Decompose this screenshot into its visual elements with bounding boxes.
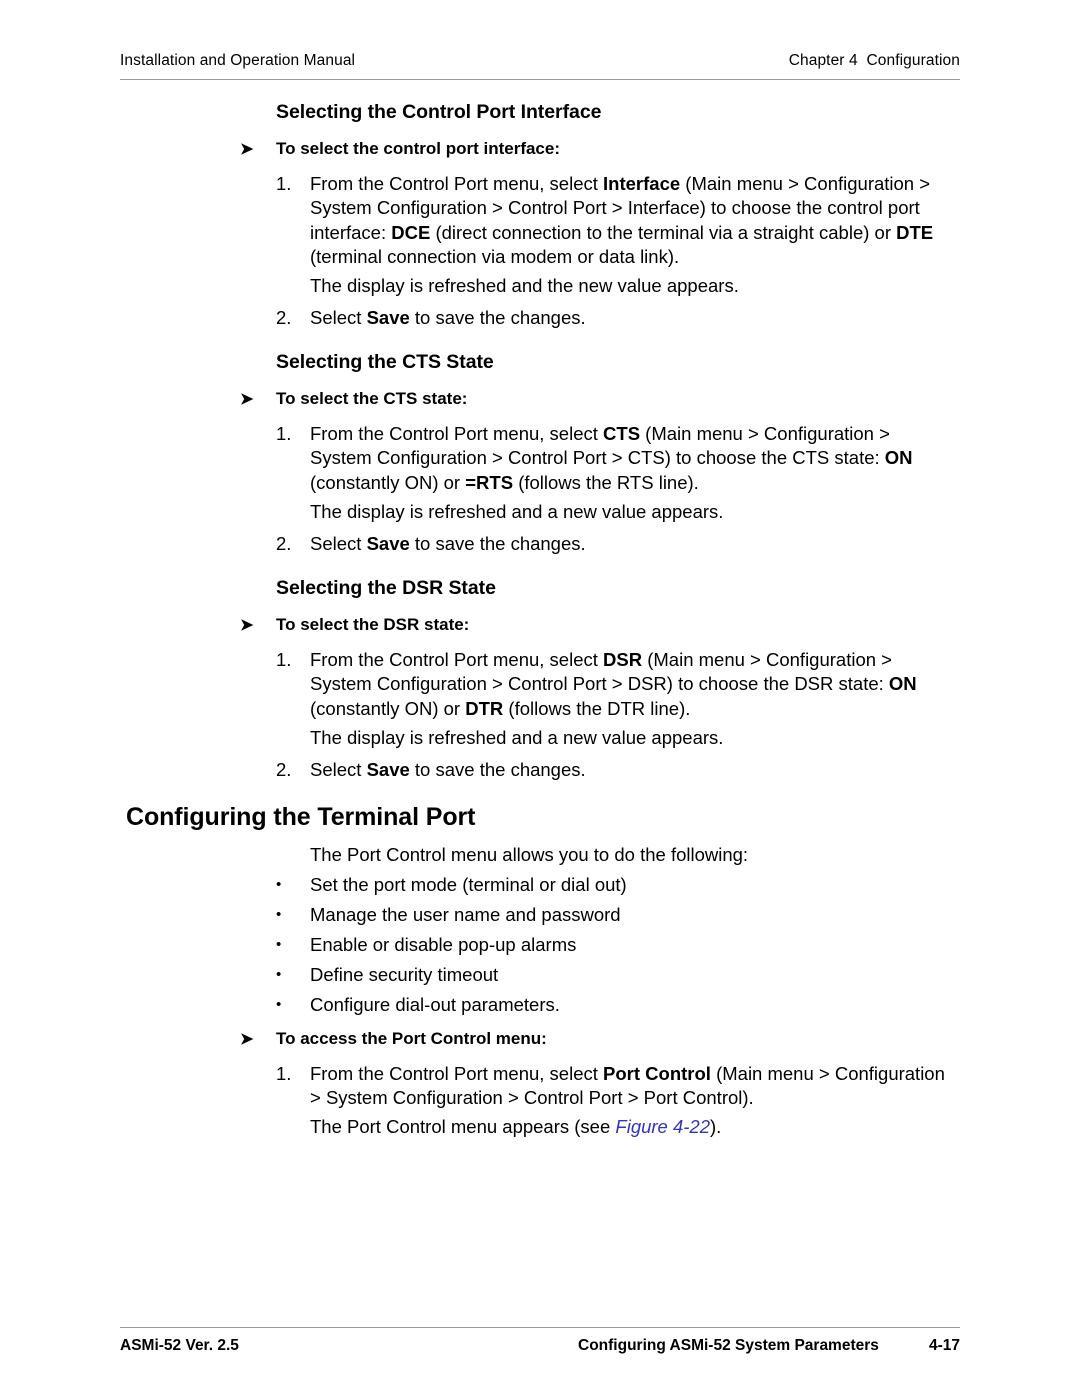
step-text: Select Save to save the changes. — [310, 532, 952, 556]
step-text-emphasis: DSR — [603, 649, 643, 670]
step-text: Select Save to save the changes. — [310, 306, 952, 330]
step-item: 2. Select Save to save the changes. — [276, 758, 952, 782]
step-item: 2. Select Save to save the changes. — [276, 532, 952, 556]
step-text-emphasis: DTE — [896, 221, 934, 243]
step-item: 1. From the Control Port menu, select Po… — [276, 1062, 952, 1111]
step-text-emphasis: Save — [366, 759, 410, 780]
step-text-emphasis: ON — [888, 673, 917, 695]
step-text-emphasis: Save — [366, 307, 410, 328]
step-text-part: From the Control Port menu, select — [310, 423, 604, 444]
step-text-part: From the Control Port menu, select — [310, 1063, 604, 1084]
step-text-part: (follows the RTS line). — [513, 471, 699, 493]
step-text: From the Control Port menu, select Port … — [310, 1062, 952, 1111]
arrow-bullet-icon: ➤ — [240, 391, 254, 408]
step-text-part: to save the changes. — [409, 759, 586, 780]
step-result-text: The display is refreshed and a new value… — [310, 501, 724, 522]
step-number: 2. — [276, 533, 292, 554]
round-bullet-icon: • — [276, 966, 282, 983]
heading-selecting-the-cts-state: Selecting the CTS State — [276, 351, 494, 373]
figure-cross-reference-link[interactable]: Figure 4-22 — [615, 1116, 710, 1137]
step-item: 1. From the Control Port menu, select DS… — [276, 648, 952, 721]
document-page: Installation and Operation Manual Chapte… — [0, 0, 1080, 1397]
running-header: Installation and Operation Manual Chapte… — [120, 52, 960, 70]
step-number: 1. — [276, 649, 292, 670]
round-bullet-icon: • — [276, 996, 282, 1013]
step-text-part: From the Control Port menu, select — [310, 649, 604, 670]
step-number: 2. — [276, 759, 292, 780]
round-bullet-icon: • — [276, 876, 282, 893]
list-item-label: Enable or disable pop-up alarms — [310, 934, 577, 955]
result-text-part: The Port Control menu appears (see — [310, 1116, 616, 1137]
step-number: 2. — [276, 307, 292, 328]
step-text-emphasis: DCE — [391, 221, 431, 243]
list-item: • Enable or disable pop-up alarms — [276, 933, 952, 957]
step-text: Select Save to save the changes. — [310, 758, 952, 782]
arrow-bullet-icon: ➤ — [240, 141, 254, 158]
list-item: • Manage the user name and password — [276, 903, 952, 927]
step-text-emphasis: Save — [366, 533, 410, 554]
procedure-title-control-port-interface: ➤ To select the control port interface: — [240, 139, 560, 159]
step-text-emphasis: DTR — [465, 697, 504, 719]
list-item: • Set the port mode (terminal or dial ou… — [276, 873, 952, 897]
step-text: From the Control Port menu, select DSR (… — [310, 648, 952, 721]
step-item: 1. From the Control Port menu, select In… — [276, 172, 952, 270]
step-text-part: (direct connection to the terminal via a… — [430, 221, 897, 243]
footer-product-version: ASMi-52 Ver. 2.5 — [120, 1337, 239, 1354]
step-text-part: (constantly ON) or — [310, 697, 466, 719]
procedure-title-dsr-state: ➤ To select the DSR state: — [240, 615, 469, 635]
header-chapter-title: Chapter 4 Configuration — [788, 52, 960, 69]
list-item-label: Configure dial-out parameters. — [310, 994, 560, 1015]
step-text-emphasis: =RTS — [465, 471, 514, 493]
step-text-emphasis: CTS — [603, 423, 641, 444]
step-item: 1. From the Control Port menu, select CT… — [276, 422, 952, 495]
heading-selecting-the-control-port-interface: Selecting the Control Port Interface — [276, 101, 602, 123]
step-result-text: The display is refreshed and a new value… — [310, 727, 724, 748]
step-text-part: (terminal connection via modem or data l… — [310, 246, 680, 268]
step-result-text: The display is refreshed and the new val… — [310, 275, 739, 296]
procedure-title-label: To select the control port interface: — [276, 139, 561, 158]
step-result-text: The Port Control menu appears (see Figur… — [310, 1115, 952, 1139]
header-divider-rule — [120, 79, 960, 80]
step-text-emphasis: Port Control — [603, 1063, 711, 1084]
step-text-emphasis: ON — [884, 447, 913, 469]
list-item: • Define security timeout — [276, 963, 952, 987]
step-text-part: Select — [310, 759, 367, 780]
procedure-title-cts-state: ➤ To select the CTS state: — [240, 389, 467, 409]
list-item: • Configure dial-out parameters. — [276, 993, 952, 1017]
step-text-part: to save the changes. — [409, 533, 586, 554]
procedure-title-label: To select the DSR state: — [276, 615, 470, 634]
footer-divider-rule — [120, 1327, 960, 1328]
round-bullet-icon: • — [276, 906, 282, 923]
step-number: 1. — [276, 423, 292, 444]
step-text-part: Select — [310, 307, 367, 328]
arrow-bullet-icon: ➤ — [240, 617, 254, 634]
result-text-part: ). — [710, 1116, 722, 1137]
heading-selecting-the-dsr-state: Selecting the DSR State — [276, 577, 496, 599]
step-text-part: (constantly ON) or — [310, 471, 466, 493]
list-item-label: Define security timeout — [310, 964, 499, 985]
step-item: 2. Select Save to save the changes. — [276, 306, 952, 330]
step-text-emphasis: Interface — [603, 173, 681, 194]
step-text-part: to save the changes. — [409, 307, 586, 328]
procedure-title-port-control-menu: ➤ To access the Port Control menu: — [240, 1029, 547, 1049]
arrow-bullet-icon: ➤ — [240, 1031, 254, 1048]
footer-page-number: 4-17 — [928, 1337, 960, 1354]
procedure-title-label: To access the Port Control menu: — [276, 1029, 547, 1048]
round-bullet-icon: • — [276, 936, 282, 953]
heading-configuring-the-terminal-port: Configuring the Terminal Port — [126, 803, 476, 831]
step-text-part: Select — [310, 533, 367, 554]
step-text-part: From the Control Port menu, select — [310, 173, 604, 194]
step-text: From the Control Port menu, select CTS (… — [310, 422, 952, 495]
header-manual-title: Installation and Operation Manual — [120, 52, 356, 69]
list-item-label: Manage the user name and password — [310, 904, 621, 925]
footer-section-title: Configuring ASMi-52 System Parameters — [578, 1337, 879, 1354]
step-text-part: (follows the DTR line). — [503, 697, 691, 719]
step-number: 1. — [276, 173, 292, 194]
terminal-port-intro-text: The Port Control menu allows you to do t… — [310, 844, 749, 865]
step-number: 1. — [276, 1063, 292, 1084]
procedure-title-label: To select the CTS state: — [276, 389, 468, 408]
step-text: From the Control Port menu, select Inter… — [310, 172, 952, 270]
list-item-label: Set the port mode (terminal or dial out) — [310, 874, 627, 895]
